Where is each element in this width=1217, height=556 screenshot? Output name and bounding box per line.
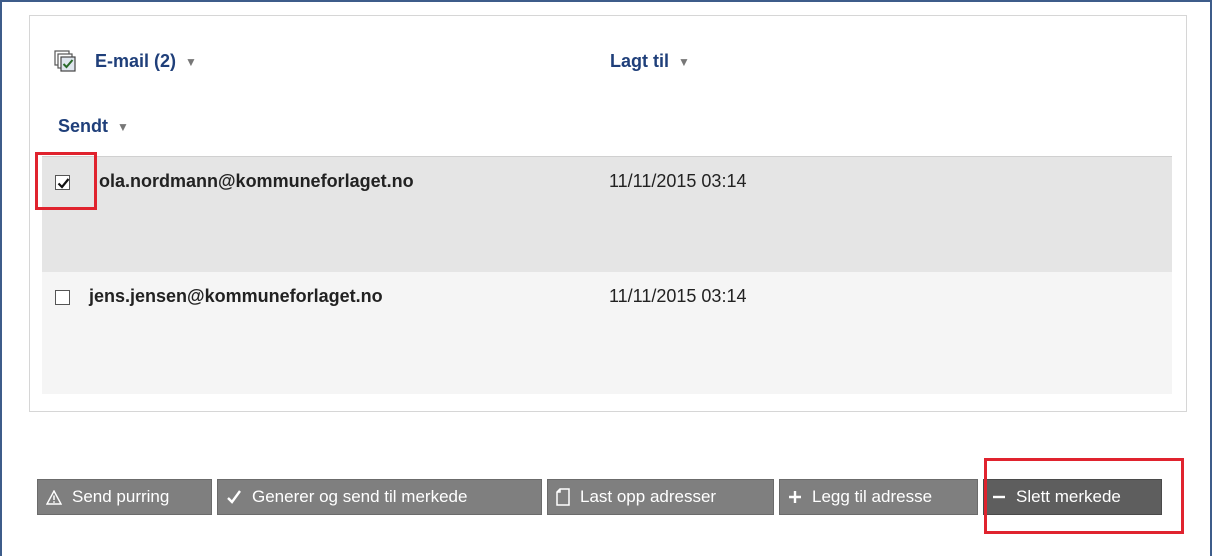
document-icon — [556, 488, 570, 506]
email-address: ola.nordmann@kommuneforlaget.no — [99, 171, 414, 191]
add-address-label: Legg til adresse — [812, 487, 933, 506]
table-row[interactable]: ola.nordmann@kommuneforlaget.no 11/11/20… — [42, 156, 1172, 272]
column-header-added-label: Lagt til — [610, 51, 669, 71]
upload-addresses-button[interactable]: Last opp adresser — [547, 479, 774, 515]
sort-caret-icon: ▼ — [678, 54, 690, 69]
highlight-checkbox — [35, 152, 97, 210]
select-all-icon[interactable] — [54, 50, 76, 72]
send-reminder-label: Send purring — [72, 487, 170, 506]
add-address-button[interactable]: Legg til adresse — [779, 479, 978, 515]
email-address: jens.jensen@kommuneforlaget.no — [89, 286, 383, 306]
upload-addresses-label: Last opp adresser — [580, 487, 717, 506]
row-checkbox[interactable] — [55, 290, 70, 305]
column-header-email[interactable]: E-mail (2) ▼ — [95, 51, 197, 72]
table-row[interactable]: jens.jensen@kommuneforlaget.no 11/11/201… — [42, 272, 1172, 394]
sort-caret-icon: ▼ — [185, 54, 197, 69]
column-header-added[interactable]: Lagt til ▼ — [610, 51, 690, 72]
column-header-email-label: E-mail (2) — [95, 51, 177, 71]
generate-send-button[interactable]: Generer og send til merkede — [217, 479, 542, 515]
sort-caret-icon: ▼ — [117, 119, 129, 134]
added-date: 11/11/2015 03:14 — [609, 171, 747, 191]
column-header-sent-label: Sendt — [58, 116, 109, 136]
checkmark-icon — [226, 489, 242, 505]
warning-icon — [46, 489, 62, 505]
column-header-sent[interactable]: Sendt ▼ — [58, 116, 129, 137]
send-reminder-button[interactable]: Send purring — [37, 479, 212, 515]
added-date: 11/11/2015 03:14 — [609, 286, 747, 306]
plus-icon — [788, 490, 802, 504]
generate-send-label: Generer og send til merkede — [252, 487, 468, 506]
highlight-delete-button — [984, 458, 1184, 534]
email-table: ola.nordmann@kommuneforlaget.no 11/11/20… — [42, 156, 1172, 394]
